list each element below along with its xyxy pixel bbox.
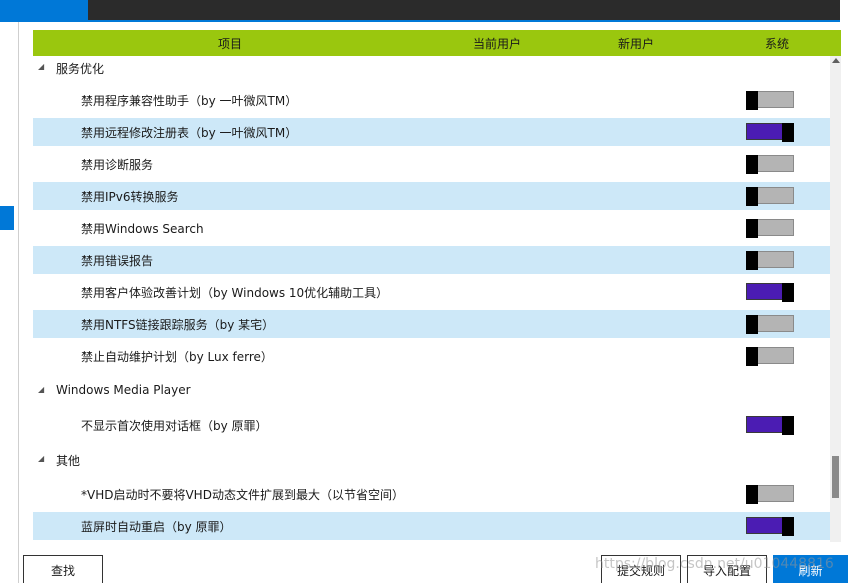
- toggle-knob: [746, 485, 758, 504]
- list-item[interactable]: 禁用Windows Search: [33, 214, 830, 242]
- system-toggle[interactable]: [746, 123, 794, 142]
- group-label: Windows Media Player: [56, 383, 191, 397]
- collapse-caret-icon[interactable]: ◢: [38, 62, 44, 71]
- list-item[interactable]: 不显示首次使用对话框（by 原罪）: [33, 411, 830, 439]
- list-item[interactable]: 禁用错误报告: [33, 246, 830, 274]
- item-label: 不显示首次使用对话框（by 原罪）: [81, 419, 268, 433]
- toggle-knob: [746, 187, 758, 206]
- item-label: 禁用客户体验改善计划（by Windows 10优化辅助工具）: [81, 286, 389, 300]
- list-item[interactable]: 禁用诊断服务: [33, 150, 830, 178]
- find-button[interactable]: 查找: [23, 555, 103, 583]
- list-item[interactable]: 禁止自动维护计划（by Lux ferre）: [33, 342, 830, 370]
- submit-rules-button[interactable]: 提交规则: [601, 555, 681, 583]
- item-label: 禁止自动维护计划（by Lux ferre）: [81, 350, 273, 364]
- item-label: 禁用程序兼容性助手（by 一叶微风TM）: [81, 94, 298, 108]
- item-label: 禁用错误报告: [81, 254, 154, 268]
- toggle-knob: [746, 251, 758, 270]
- list-item[interactable]: 禁用客户体验改善计划（by Windows 10优化辅助工具）: [33, 278, 830, 306]
- toggle-knob: [782, 123, 794, 142]
- system-toggle[interactable]: [746, 315, 794, 334]
- scroll-thumb[interactable]: [832, 456, 839, 498]
- toggle-knob: [746, 347, 758, 366]
- list-item[interactable]: 禁用IPv6转换服务: [33, 182, 830, 210]
- system-toggle[interactable]: [746, 91, 794, 110]
- item-label: 蓝屏时自动重启（by 原罪）: [81, 520, 232, 534]
- group-other[interactable]: ◢ 其他: [33, 446, 830, 474]
- system-toggle[interactable]: [746, 155, 794, 174]
- header-new-user[interactable]: 新用户: [618, 35, 654, 52]
- list-item[interactable]: 禁用远程修改注册表（by 一叶微风TM）: [33, 118, 830, 146]
- list-item[interactable]: 禁用程序兼容性助手（by 一叶微风TM）: [33, 86, 830, 114]
- list-item[interactable]: 禁用NTFS链接跟踪服务（by 某宅）: [33, 310, 830, 338]
- collapse-caret-icon[interactable]: ◢: [38, 385, 44, 394]
- header-current-user[interactable]: 当前用户: [473, 35, 521, 52]
- item-label: 禁用诊断服务: [81, 158, 154, 172]
- header-item[interactable]: 项目: [218, 35, 242, 52]
- item-label: 禁用NTFS链接跟踪服务（by 某宅）: [81, 318, 275, 332]
- item-label: 禁用远程修改注册表（by 一叶微风TM）: [81, 126, 298, 140]
- group-service[interactable]: ◢ 服务优化: [33, 54, 830, 82]
- group-label: 其他: [56, 454, 81, 468]
- system-toggle[interactable]: [746, 251, 794, 270]
- title-accent-line: [88, 20, 848, 22]
- toggle-knob: [782, 416, 794, 435]
- item-label: *VHD启动时不要将VHD动态文件扩展到最大（以节省空间）: [81, 488, 404, 502]
- item-label: 禁用IPv6转换服务: [81, 190, 179, 204]
- app-window: 项目 当前用户 新用户 系统 ◢ 服务优化 禁用程序兼容性助手（by 一叶微风T…: [0, 0, 848, 583]
- list-item[interactable]: *VHD启动时不要将VHD动态文件扩展到最大（以节省空间）: [33, 480, 830, 508]
- system-toggle[interactable]: [746, 416, 794, 435]
- list-header: 项目 当前用户 新用户 系统: [33, 30, 841, 56]
- import-config-button[interactable]: 导入配置: [687, 555, 767, 583]
- list-item[interactable]: 蓝屏时自动重启（by 原罪）: [33, 512, 830, 540]
- item-label: 禁用Windows Search: [81, 222, 204, 236]
- group-wmp[interactable]: ◢ Windows Media Player: [33, 377, 830, 405]
- system-toggle[interactable]: [746, 517, 794, 536]
- title-bar: [0, 0, 848, 22]
- left-nav-selected-item[interactable]: [0, 206, 14, 230]
- toggle-knob: [746, 155, 758, 174]
- toggle-knob: [746, 315, 758, 334]
- system-toggle[interactable]: [746, 219, 794, 238]
- toggle-knob: [746, 91, 758, 110]
- scroll-up-icon[interactable]: [832, 58, 840, 63]
- title-right-edge: [840, 0, 848, 22]
- refresh-button[interactable]: 刷新: [773, 555, 848, 583]
- left-nav-panel: [0, 22, 19, 583]
- group-label: 服务优化: [56, 62, 105, 76]
- system-toggle[interactable]: [746, 347, 794, 366]
- toggle-knob: [746, 219, 758, 238]
- system-toggle[interactable]: [746, 187, 794, 206]
- system-toggle[interactable]: [746, 485, 794, 504]
- toggle-knob: [782, 283, 794, 302]
- title-accent: [0, 0, 88, 22]
- system-toggle[interactable]: [746, 283, 794, 302]
- vertical-scrollbar[interactable]: [830, 56, 841, 542]
- settings-list: 项目 当前用户 新用户 系统 ◢ 服务优化 禁用程序兼容性助手（by 一叶微风T…: [33, 30, 841, 542]
- collapse-caret-icon[interactable]: ◢: [38, 454, 44, 463]
- header-system[interactable]: 系统: [765, 35, 789, 52]
- toggle-knob: [782, 517, 794, 536]
